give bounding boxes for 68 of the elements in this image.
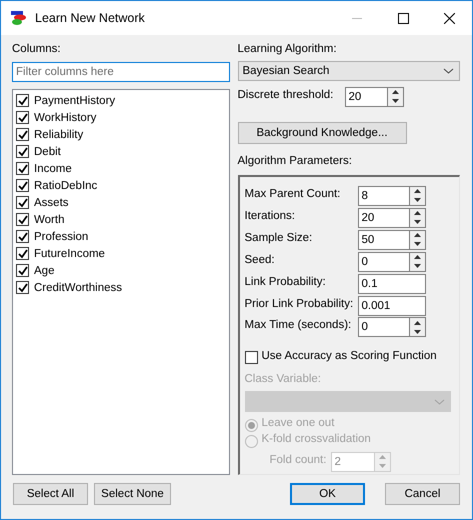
column-item[interactable]: CreditWorthiness bbox=[16, 279, 226, 296]
column-item[interactable]: Age bbox=[16, 262, 226, 279]
checkbox[interactable] bbox=[16, 281, 29, 294]
algorithm-label: Learning Algorithm: bbox=[238, 43, 338, 57]
ok-button[interactable]: OK bbox=[290, 483, 365, 505]
spinner[interactable] bbox=[410, 317, 426, 338]
column-item[interactable]: Income bbox=[16, 160, 226, 177]
column-item[interactable]: Reliability bbox=[16, 126, 226, 143]
radio-label: Leave one out bbox=[262, 417, 334, 432]
spinner[interactable] bbox=[410, 186, 426, 206]
checkbox[interactable] bbox=[244, 351, 258, 364]
accuracy-label: Use Accuracy as Scoring Function bbox=[262, 350, 437, 364]
close-icon[interactable] bbox=[444, 12, 454, 24]
checkbox[interactable] bbox=[16, 162, 29, 175]
parameter-label: Iterations: bbox=[244, 210, 296, 224]
parameter-field[interactable]: 0.1 bbox=[358, 274, 426, 294]
caret-icon bbox=[434, 398, 444, 405]
checkbox[interactable] bbox=[16, 196, 29, 209]
parameter-label: Max Parent Count: bbox=[244, 188, 342, 202]
algorithm-dropdown[interactable]: Bayesian Search bbox=[238, 60, 460, 81]
parameter-label: Max Time (seconds): bbox=[244, 319, 352, 334]
class-variable-label: Class Variable: bbox=[244, 373, 322, 388]
parameter-field[interactable]: 0 bbox=[358, 252, 410, 272]
checkbox[interactable] bbox=[16, 111, 29, 124]
select-button[interactable]: Select All bbox=[13, 483, 88, 505]
select-button[interactable]: Select None bbox=[94, 483, 171, 505]
column-item[interactable]: Worth bbox=[16, 211, 226, 228]
column-item[interactable]: Assets bbox=[16, 194, 226, 211]
window-title: Learn New Network bbox=[35, 11, 146, 25]
parameter-field[interactable]: 8 bbox=[358, 186, 410, 206]
column-item[interactable]: Debit bbox=[16, 143, 226, 160]
checkbox[interactable] bbox=[16, 230, 29, 243]
checkbox[interactable] bbox=[16, 213, 29, 226]
checkbox[interactable] bbox=[16, 179, 29, 192]
background-knowledge-button[interactable]: Background Knowledge... bbox=[238, 122, 406, 144]
parameters-label: Algorithm Parameters: bbox=[238, 155, 352, 169]
checkbox[interactable] bbox=[16, 264, 29, 277]
checkbox[interactable] bbox=[16, 247, 29, 260]
parameter-field[interactable]: 0.001 bbox=[358, 296, 426, 316]
column-item[interactable]: WorkHistory bbox=[16, 109, 226, 126]
columns-label: Columns: bbox=[12, 43, 62, 57]
checkbox[interactable] bbox=[16, 94, 29, 107]
fold-count-label: Fold count: bbox=[270, 454, 328, 468]
filter-field[interactable]: Filter columns here bbox=[12, 62, 230, 82]
column-item[interactable]: PaymentHistory bbox=[16, 92, 226, 109]
parameter-label: Seed: bbox=[244, 254, 276, 268]
checkbox[interactable] bbox=[16, 145, 29, 158]
threshold-label: Discrete threshold: bbox=[238, 88, 334, 103]
spinner[interactable] bbox=[410, 230, 426, 250]
parameter-label: Sample Size: bbox=[244, 232, 314, 246]
checkbox[interactable] bbox=[16, 128, 29, 141]
app-logo-icon bbox=[11, 10, 27, 26]
column-item[interactable]: RatioDebInc bbox=[16, 177, 226, 194]
parameter-field[interactable]: 0 bbox=[358, 317, 410, 338]
column-item[interactable]: Profession bbox=[16, 228, 226, 245]
parameter-label: Link Probability: bbox=[244, 276, 327, 290]
caret-icon bbox=[443, 68, 454, 74]
maximize-icon[interactable] bbox=[398, 12, 408, 24]
spinner[interactable] bbox=[410, 208, 426, 228]
cancel-button[interactable]: Cancel bbox=[385, 483, 460, 505]
parameter-field[interactable]: 20 bbox=[358, 208, 410, 228]
column-item[interactable]: FutureIncome bbox=[16, 245, 226, 262]
spinner[interactable] bbox=[388, 86, 404, 107]
threshold-field[interactable]: 20 bbox=[344, 86, 388, 107]
parameter-label: Prior Link Probability: bbox=[244, 298, 354, 312]
spinner[interactable] bbox=[410, 252, 426, 272]
parameter-field[interactable]: 50 bbox=[358, 230, 410, 250]
radio-label: K-fold crossvalidation bbox=[262, 433, 371, 448]
